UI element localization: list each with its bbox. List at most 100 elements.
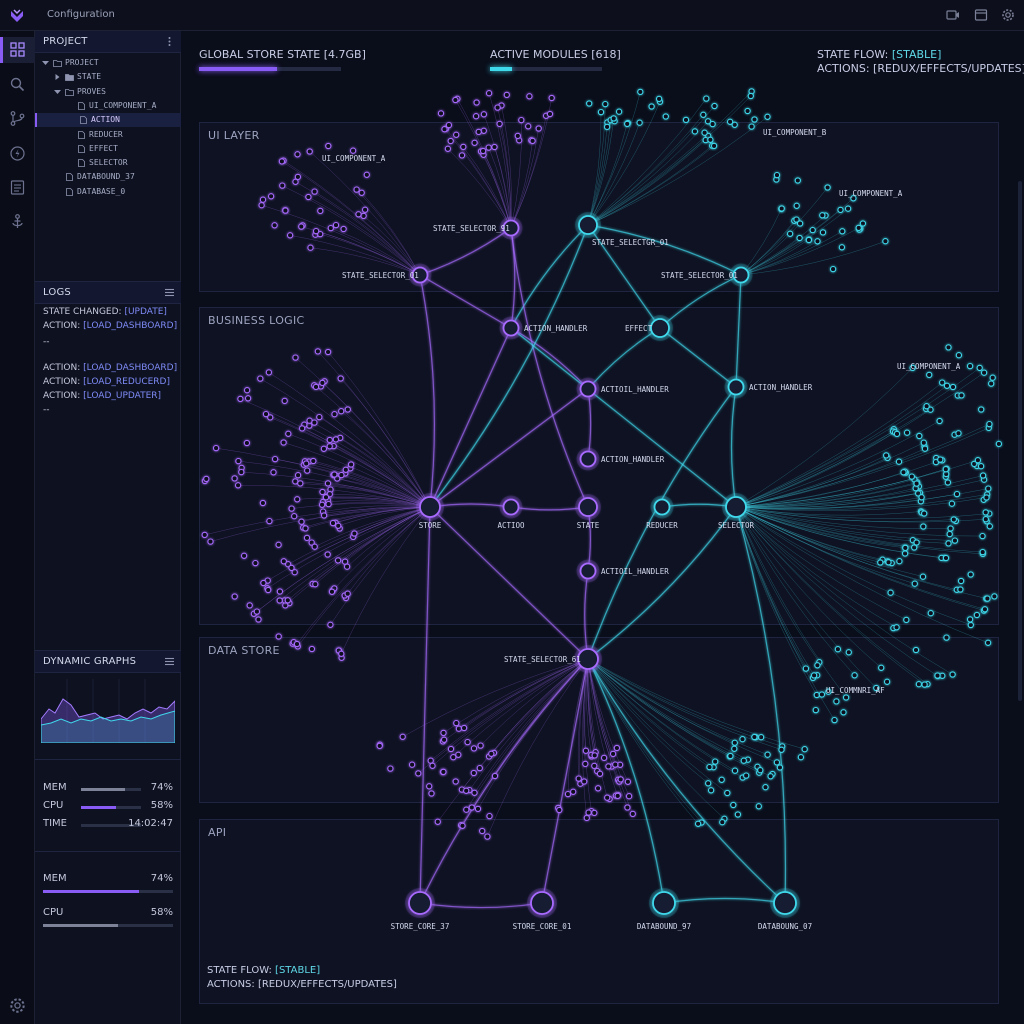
module-dot[interactable]	[591, 762, 598, 770]
module-dot[interactable]	[949, 383, 957, 391]
module-dot[interactable]	[796, 220, 804, 227]
graph-node-actioil-handler[interactable]	[579, 380, 597, 398]
module-dot[interactable]	[324, 551, 331, 558]
module-dot[interactable]	[958, 392, 965, 399]
module-dot[interactable]	[764, 751, 771, 758]
module-dot[interactable]	[282, 602, 289, 609]
graph-node-actioo[interactable]	[502, 498, 520, 516]
module-dot[interactable]	[943, 634, 950, 641]
module-dot[interactable]	[260, 579, 267, 587]
module-dot[interactable]	[271, 455, 279, 463]
module-dot[interactable]	[471, 139, 478, 146]
module-dot[interactable]	[460, 143, 467, 151]
module-dot[interactable]	[805, 236, 813, 244]
module-dot[interactable]	[915, 681, 923, 688]
module-dot[interactable]	[966, 362, 974, 370]
module-dot[interactable]	[957, 586, 964, 593]
module-dot[interactable]	[947, 525, 954, 532]
module-dot[interactable]	[349, 147, 357, 154]
module-dot[interactable]	[231, 593, 238, 600]
module-dot[interactable]	[415, 770, 422, 777]
module-dot[interactable]	[957, 577, 965, 585]
module-dot[interactable]	[535, 125, 542, 132]
module-dot[interactable]	[855, 224, 862, 232]
module-dot[interactable]	[977, 463, 985, 470]
module-dot[interactable]	[893, 430, 901, 438]
module-dot[interactable]	[920, 523, 927, 530]
module-dot[interactable]	[731, 739, 738, 746]
module-dot[interactable]	[948, 500, 956, 507]
module-dot[interactable]	[883, 452, 890, 459]
module-dot[interactable]	[494, 104, 501, 111]
module-dot[interactable]	[734, 811, 742, 818]
module-dot[interactable]	[629, 810, 636, 818]
module-dot[interactable]	[923, 403, 930, 410]
module-dot[interactable]	[812, 706, 819, 714]
module-dot[interactable]	[471, 789, 478, 796]
graph-node-state[interactable]	[578, 497, 598, 517]
module-dot[interactable]	[294, 173, 302, 181]
module-dot[interactable]	[238, 468, 245, 476]
module-dot[interactable]	[279, 182, 286, 189]
module-dot[interactable]	[719, 819, 726, 826]
module-dot[interactable]	[903, 616, 910, 624]
module-dot[interactable]	[325, 500, 332, 508]
module-dot[interactable]	[844, 205, 852, 212]
module-dot[interactable]	[833, 698, 840, 705]
module-dot[interactable]	[564, 790, 572, 798]
module-dot[interactable]	[475, 128, 482, 136]
module-dot[interactable]	[266, 517, 273, 525]
module-dot[interactable]	[814, 662, 821, 669]
project-panel-header[interactable]: PROJECT	[35, 31, 181, 53]
module-dot[interactable]	[776, 764, 784, 771]
graph-node-action-handler[interactable]	[502, 319, 520, 337]
module-dot[interactable]	[288, 564, 295, 572]
module-dot[interactable]	[262, 410, 270, 418]
module-dot[interactable]	[597, 108, 605, 116]
module-dot[interactable]	[912, 646, 920, 654]
module-dot[interactable]	[748, 123, 755, 130]
module-dot[interactable]	[270, 469, 277, 476]
module-dot[interactable]	[463, 787, 470, 794]
menu-icon[interactable]	[164, 656, 175, 667]
module-dot[interactable]	[694, 820, 702, 827]
module-dot[interactable]	[234, 482, 242, 489]
module-dot[interactable]	[819, 229, 827, 236]
module-dot[interactable]	[691, 128, 699, 135]
module-dot[interactable]	[477, 742, 484, 749]
graph-node-selector[interactable]	[725, 496, 747, 518]
module-dot[interactable]	[514, 132, 521, 140]
module-dot[interactable]	[460, 724, 468, 732]
module-dot[interactable]	[979, 472, 987, 479]
module-dot[interactable]	[773, 171, 781, 179]
vertical-scrollbar[interactable]	[1018, 181, 1022, 701]
module-dot[interactable]	[298, 425, 306, 432]
module-dot[interactable]	[473, 99, 480, 106]
module-dot[interactable]	[810, 672, 818, 679]
module-dot[interactable]	[298, 518, 305, 525]
module-dot[interactable]	[662, 113, 669, 120]
module-dot[interactable]	[480, 111, 488, 118]
module-dot[interactable]	[949, 671, 956, 678]
module-dot[interactable]	[459, 822, 466, 829]
module-dot[interactable]	[893, 624, 900, 631]
module-dot[interactable]	[982, 509, 989, 516]
module-dot[interactable]	[275, 633, 282, 640]
module-dot[interactable]	[824, 184, 831, 191]
module-dot[interactable]	[265, 586, 272, 594]
module-dot[interactable]	[943, 382, 951, 389]
module-dot[interactable]	[344, 406, 351, 413]
module-dot[interactable]	[834, 646, 842, 653]
module-dot[interactable]	[341, 558, 349, 565]
module-dot[interactable]	[837, 206, 844, 214]
module-dot[interactable]	[955, 430, 962, 437]
module-dot[interactable]	[946, 530, 953, 538]
module-dot[interactable]	[916, 432, 923, 440]
module-dot[interactable]	[327, 621, 334, 628]
module-dot[interactable]	[437, 110, 445, 117]
module-dot[interactable]	[244, 395, 252, 402]
module-dot[interactable]	[984, 595, 991, 602]
module-dot[interactable]	[463, 806, 470, 813]
module-dot[interactable]	[335, 522, 342, 529]
module-dot[interactable]	[278, 158, 286, 165]
